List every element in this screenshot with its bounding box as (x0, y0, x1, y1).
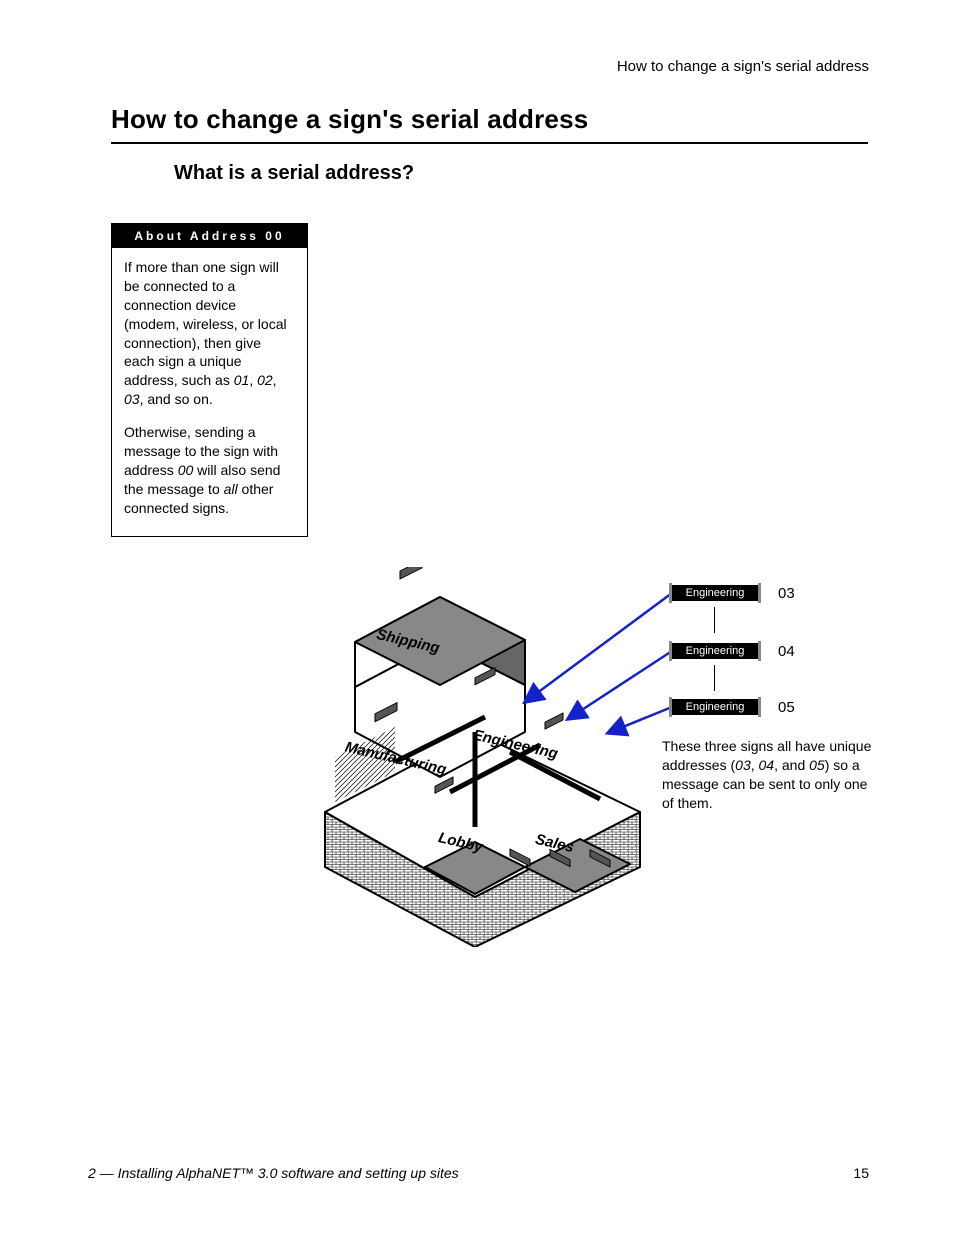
text: , (751, 757, 759, 773)
footer-page-number: 15 (853, 1165, 869, 1181)
text: , and so on. (140, 391, 213, 407)
connector-line (714, 607, 715, 633)
emphasis-all: all (224, 481, 238, 497)
footer-chapter: 2 — Installing AlphaNET™ 3.0 software an… (88, 1165, 459, 1181)
sidebar-paragraph-2: Otherwise, sending a message to the sign… (124, 423, 295, 517)
sidebar-title: About Address 00 (112, 224, 307, 248)
sign-address-05: 05 (778, 699, 795, 716)
caption-addr-04: 04 (759, 757, 775, 773)
sign-callout-04: Engineering (672, 643, 758, 659)
sidebar-about-address-00: About Address 00 If more than one sign w… (111, 223, 308, 537)
sidebar-paragraph-1: If more than one sign will be connected … (124, 258, 295, 409)
section-heading: What is a serial address? (174, 162, 414, 185)
floorplan-diagram: Shipping Manufacturing Engineering Lobby… (300, 567, 870, 947)
sign-callout-03: Engineering (672, 585, 758, 601)
caption-addr-05: 05 (809, 757, 825, 773)
caption-addr-03: 03 (735, 757, 751, 773)
sign-address-04: 04 (778, 643, 795, 660)
text: , (273, 372, 277, 388)
running-head: How to change a sign's serial address (617, 58, 869, 75)
title-rule (111, 142, 868, 144)
page-title: How to change a sign's serial address (111, 104, 588, 135)
address-01: 01 (234, 372, 250, 388)
text: , (249, 372, 257, 388)
text: , and (774, 757, 809, 773)
address-02: 02 (257, 372, 273, 388)
sign-callout-05: Engineering (672, 699, 758, 715)
sign-address-03: 03 (778, 585, 795, 602)
address-03: 03 (124, 391, 140, 407)
connector-line (714, 665, 715, 691)
address-00: 00 (178, 462, 194, 478)
sidebar-body: If more than one sign will be connected … (112, 248, 307, 536)
text: If more than one sign will be connected … (124, 259, 287, 388)
diagram-caption: These three signs all have unique addres… (662, 737, 872, 813)
